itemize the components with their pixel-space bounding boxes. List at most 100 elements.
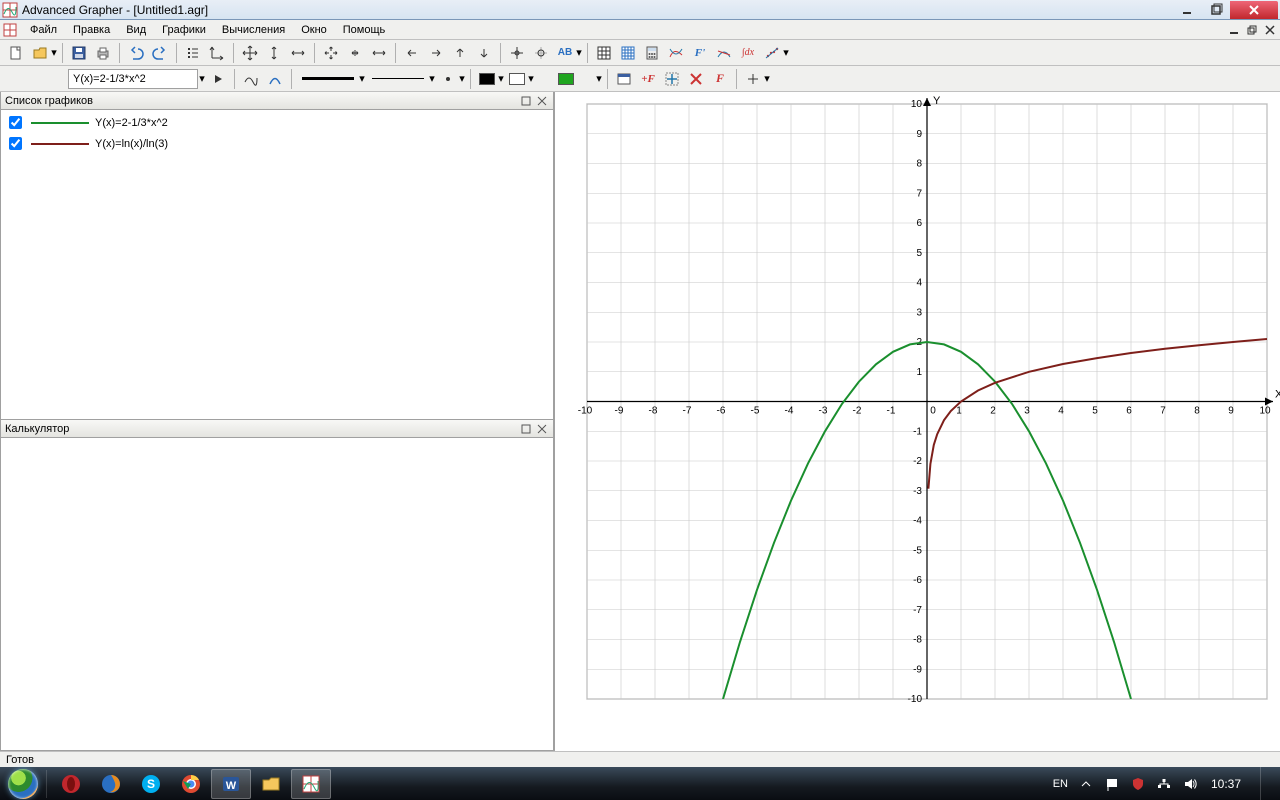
color-white-dropdown-icon[interactable]: ▾ — [527, 72, 535, 85]
arrow-right-button[interactable] — [425, 42, 447, 64]
arrow-left-button[interactable] — [401, 42, 423, 64]
formula-input[interactable]: Y(x)=2-1/3*x^2 — [68, 69, 198, 89]
derivative-button[interactable]: F' — [689, 42, 711, 64]
print-button[interactable] — [92, 42, 114, 64]
tray-up-icon[interactable] — [1078, 776, 1094, 792]
color-black-dropdown-icon[interactable]: ▾ — [497, 72, 505, 85]
calculator-button[interactable] — [641, 42, 663, 64]
redo-button[interactable] — [149, 42, 171, 64]
graphlist-close-icon[interactable] — [535, 94, 549, 108]
menu-edit[interactable]: Правка — [65, 22, 118, 38]
tangent-button[interactable] — [713, 42, 735, 64]
point-style-button[interactable] — [437, 68, 459, 90]
list-item-checkbox[interactable] — [9, 137, 22, 150]
chart-area[interactable]: -10-9-8-7-6-5-4-3-2-1012345678910-10-9-8… — [555, 92, 1280, 751]
delete-function-button[interactable] — [685, 68, 707, 90]
color-black-button[interactable] — [476, 68, 498, 90]
zoom-center-button[interactable] — [320, 42, 342, 64]
graph-list-button[interactable] — [182, 42, 204, 64]
crosshair-button[interactable] — [506, 42, 528, 64]
graphlist-float-icon[interactable] — [519, 94, 533, 108]
mdi-minimize-icon[interactable] — [1226, 23, 1242, 37]
arrow-up-button[interactable] — [449, 42, 471, 64]
axes-props-button[interactable] — [206, 42, 228, 64]
undo-button[interactable] — [125, 42, 147, 64]
list-item[interactable]: Y(x)=2-1/3*x^2 — [3, 112, 551, 133]
task-chrome-icon[interactable] — [171, 769, 211, 799]
new-button[interactable] — [5, 42, 27, 64]
maximize-button[interactable] — [1202, 1, 1230, 19]
tray-network-icon[interactable] — [1156, 776, 1172, 792]
list-item-checkbox[interactable] — [9, 116, 22, 129]
calculator-close-icon[interactable] — [535, 422, 549, 436]
line-thickness-selector[interactable] — [297, 68, 359, 90]
menu-graphs[interactable]: Графики — [154, 22, 214, 38]
line-sample-icon — [31, 122, 89, 124]
task-firefox-icon[interactable] — [91, 769, 131, 799]
snap-button[interactable] — [742, 68, 764, 90]
curve-style1-button[interactable] — [240, 68, 262, 90]
menubar: Файл Правка Вид Графики Вычисления Окно … — [0, 20, 1280, 40]
zoom-out-hv-button[interactable] — [368, 42, 390, 64]
mdi-restore-icon[interactable] — [1244, 23, 1260, 37]
menu-file[interactable]: Файл — [22, 22, 65, 38]
open-button[interactable] — [29, 42, 51, 64]
dash-dropdown-icon[interactable]: ▾ — [428, 72, 436, 85]
move-tool-button[interactable] — [239, 42, 261, 64]
calculator-float-icon[interactable] — [519, 422, 533, 436]
regression-dropdown-icon[interactable]: ▾ — [782, 46, 790, 59]
thickness-dropdown-icon[interactable]: ▾ — [358, 72, 366, 85]
formula-go-button[interactable] — [207, 68, 229, 90]
svg-text:-3: -3 — [913, 486, 922, 497]
regression-button[interactable] — [761, 42, 783, 64]
integral-button[interactable]: ∫dx — [737, 42, 759, 64]
show-desktop-button[interactable] — [1260, 767, 1270, 800]
pan-vertical-button[interactable] — [263, 42, 285, 64]
svg-text:-7: -7 — [683, 406, 692, 417]
tray-flag-icon[interactable] — [1104, 776, 1120, 792]
task-explorer-icon[interactable] — [251, 769, 291, 799]
zoom-in-hv-button[interactable] — [344, 42, 366, 64]
minimize-button[interactable] — [1172, 1, 1202, 19]
grid-button[interactable] — [617, 42, 639, 64]
color-main-dropdown-icon[interactable]: ▾ — [595, 72, 603, 85]
text-label-dropdown-icon[interactable]: ▾ — [575, 46, 583, 59]
task-advgrapher-icon[interactable] — [291, 769, 331, 799]
menu-window[interactable]: Окно — [293, 22, 335, 38]
text-label-button[interactable]: AB — [554, 42, 576, 64]
props-button[interactable] — [613, 68, 635, 90]
calculator-body[interactable] — [0, 438, 554, 751]
pan-horizontal-button[interactable] — [287, 42, 309, 64]
mdi-close-icon[interactable] — [1262, 23, 1278, 37]
tray-shield-icon[interactable] — [1130, 776, 1146, 792]
add-function-red-button[interactable]: +F — [637, 68, 659, 90]
curve-style2-button[interactable] — [264, 68, 286, 90]
intersect-button[interactable] — [665, 42, 687, 64]
svg-text:5: 5 — [916, 248, 922, 259]
snap-dropdown-icon[interactable]: ▾ — [763, 72, 771, 85]
start-button[interactable] — [4, 767, 42, 800]
trace-button[interactable] — [530, 42, 552, 64]
color-white-button[interactable] — [506, 68, 528, 90]
tray-volume-icon[interactable] — [1182, 776, 1198, 792]
menu-help[interactable]: Помощь — [335, 22, 394, 38]
taskbar-clock[interactable]: 10:37 — [1208, 777, 1244, 791]
function-f-button[interactable]: F — [709, 68, 731, 90]
task-word-icon[interactable]: W — [211, 769, 251, 799]
add-function-blue-button[interactable] — [661, 68, 683, 90]
color-main-button[interactable] — [536, 68, 596, 90]
language-indicator[interactable]: EN — [1053, 778, 1068, 790]
arrow-down-button[interactable] — [473, 42, 495, 64]
table-button[interactable] — [593, 42, 615, 64]
formula-dropdown-icon[interactable]: ▾ — [198, 72, 206, 85]
list-item[interactable]: Y(x)=ln(x)/ln(3) — [3, 133, 551, 154]
menu-calc[interactable]: Вычисления — [214, 22, 293, 38]
point-dropdown-icon[interactable]: ▾ — [458, 72, 466, 85]
save-button[interactable] — [68, 42, 90, 64]
task-skype-icon[interactable]: S — [131, 769, 171, 799]
line-dash-selector[interactable] — [367, 68, 429, 90]
task-opera-icon[interactable] — [51, 769, 91, 799]
close-button[interactable] — [1230, 1, 1278, 19]
menu-view[interactable]: Вид — [118, 22, 154, 38]
open-dropdown-icon[interactable]: ▾ — [50, 46, 58, 59]
